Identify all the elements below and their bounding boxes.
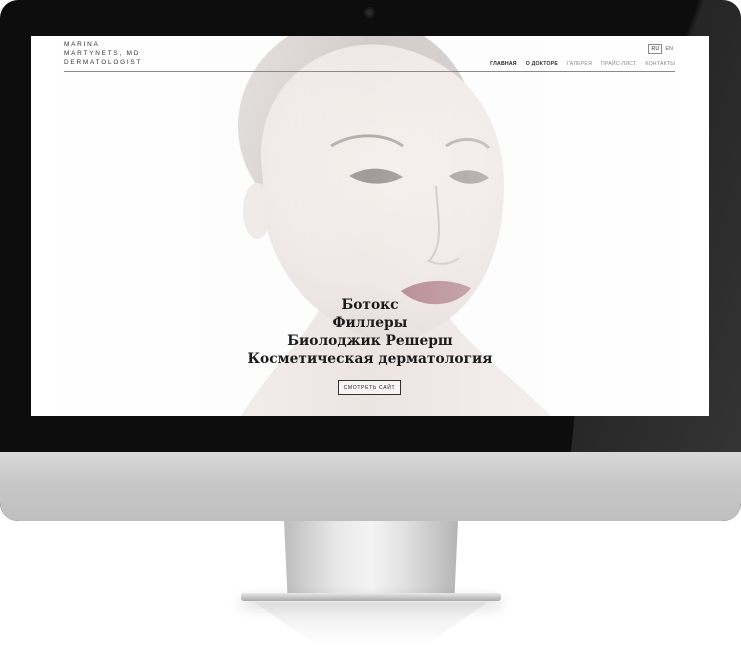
imac-monitor: MARINA MARTYNETS, MD DERMATOLOGIST RU EN… (0, 0, 741, 521)
webcam-icon (365, 8, 374, 17)
site-logo[interactable]: MARINA MARTYNETS, MD DERMATOLOGIST (64, 40, 142, 67)
logo-line: MARTYNETS, MD (64, 50, 141, 57)
monitor-chin (0, 452, 741, 521)
website-screen: MARINA MARTYNETS, MD DERMATOLOGIST RU EN… (31, 36, 709, 416)
monitor-foot (241, 593, 501, 601)
lang-ru-button[interactable]: RU (648, 44, 663, 54)
view-site-button[interactable]: СМОТРЕТЬ САЙТ (338, 380, 401, 395)
stand-reflection (254, 602, 488, 647)
monitor-stand (284, 521, 458, 595)
nav-item-contacts[interactable]: КОНТАКТЫ (645, 61, 675, 67)
lang-en-button[interactable]: EN (665, 46, 673, 52)
logo-line: MARINA (64, 41, 100, 48)
headline-line: Ботокс (341, 297, 399, 313)
logo-line: DERMATOLOGIST (64, 59, 143, 66)
headline-line: Косметическая дерматология (247, 351, 493, 367)
headline-line: Филлеры (332, 315, 408, 331)
headline-line: Биолоджик Решерш (287, 333, 453, 349)
main-nav: ГЛАВНАЯ О ДОКТОРЕ ГАЛЕРЕЯ ПРАЙС-ЛИСТ КОН… (490, 61, 675, 67)
nav-item-home[interactable]: ГЛАВНАЯ (490, 61, 517, 67)
nav-item-gallery[interactable]: ГАЛЕРЕЯ (567, 61, 592, 67)
nav-item-pricelist[interactable]: ПРАЙС-ЛИСТ (601, 61, 636, 67)
nav-item-about[interactable]: О ДОКТОРЕ (526, 61, 558, 67)
header-divider (64, 71, 675, 72)
hero-headlines: Ботокс Филлеры Биолоджик Решерш Косметич… (31, 296, 709, 368)
language-switcher: RU EN (648, 44, 673, 54)
